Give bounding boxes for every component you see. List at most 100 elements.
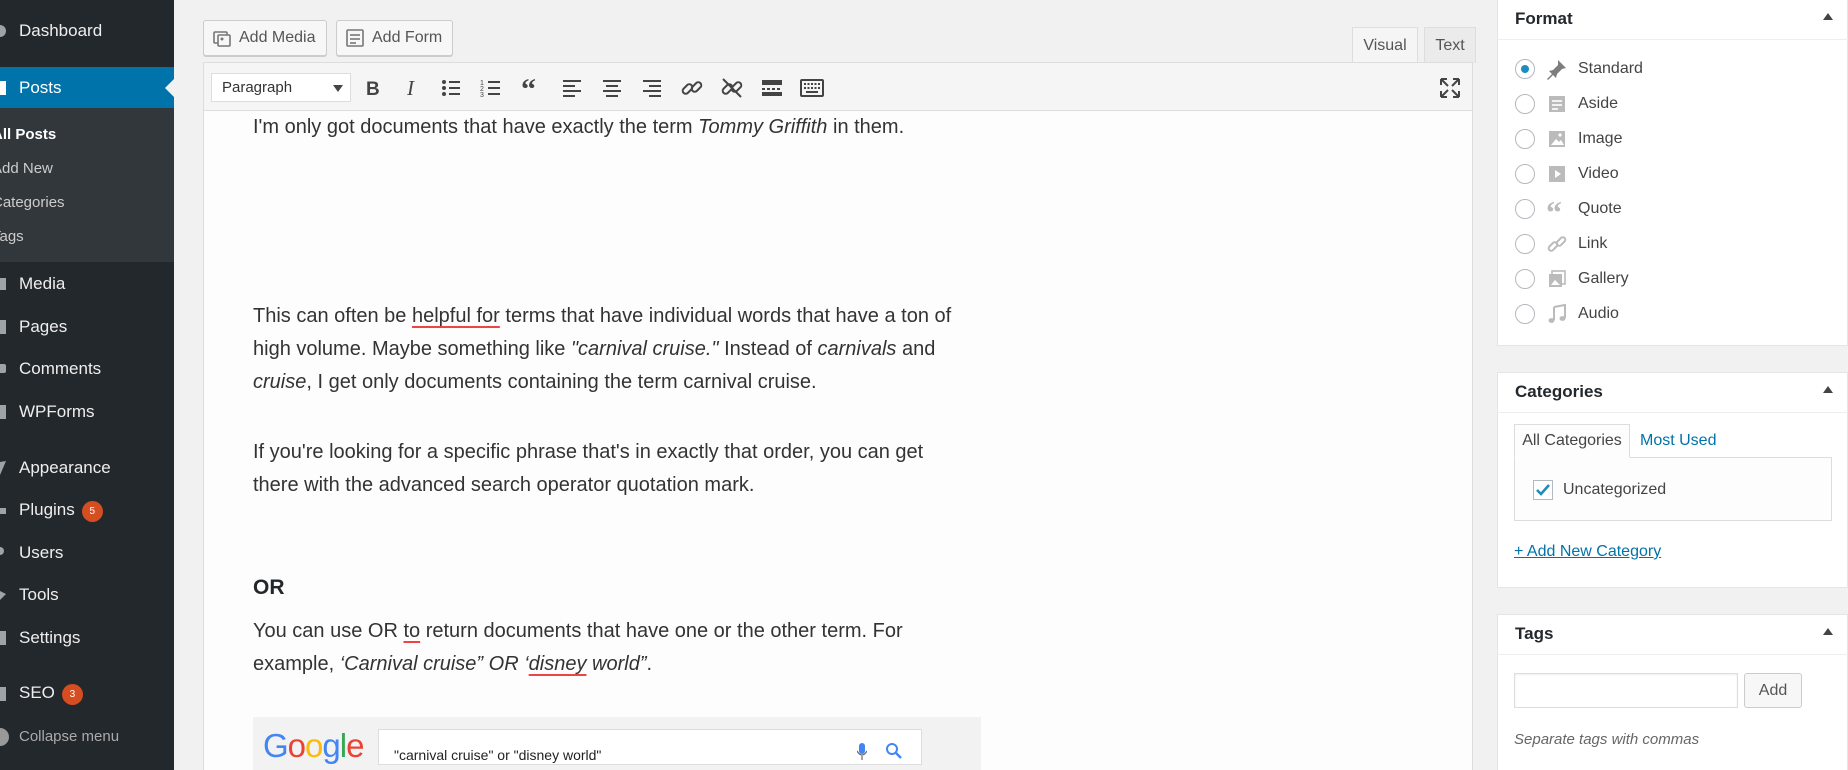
google-search-box: "carnival cruise" or "disney world" (378, 729, 922, 765)
italic-button[interactable]: I (398, 74, 426, 102)
menu-wpforms[interactable]: WPForms (0, 392, 174, 432)
menu-seo-label: SEO 3 (19, 683, 83, 705)
media-icon (0, 277, 6, 291)
add-form-button[interactable]: Add Form (336, 20, 454, 56)
menu-plugins-label: Plugins 5 (19, 500, 103, 522)
format-radio[interactable] (1515, 199, 1535, 219)
categories-toggle-icon[interactable] (1823, 386, 1833, 393)
toolbar-toggle-button[interactable] (798, 74, 826, 102)
posts-icon (0, 81, 6, 95)
menu-plugins[interactable]: Plugins 5 (0, 491, 174, 531)
read-more-button[interactable] (758, 74, 786, 102)
editor-content[interactable]: I'm only got documents that have exactly… (204, 111, 1472, 770)
menu-tools-label: Tools (19, 585, 59, 604)
bold-button[interactable]: B (358, 74, 386, 102)
format-postbox: Format Standard Aside Image Video “ Quote Link… (1497, 0, 1848, 346)
p4-text-a: You can use OR (253, 620, 404, 642)
add-form-label: Add Form (372, 29, 443, 46)
bulleted-list-button[interactable] (438, 74, 466, 102)
microphone-icon (856, 739, 868, 760)
format-option-video[interactable]: Video (1515, 161, 1619, 187)
format-option-aside[interactable]: Aside (1515, 91, 1618, 117)
uncategorized-checkbox[interactable] (1533, 480, 1553, 500)
fullscreen-icon (1436, 74, 1464, 102)
menu-pages[interactable]: Pages (0, 307, 174, 347)
submenu-tags[interactable]: Tags (0, 228, 24, 245)
add-new-category-link[interactable]: + Add New Category (1514, 543, 1661, 561)
format-radio[interactable] (1515, 59, 1535, 79)
p4-text-d: ‘Carnival cruise” OR ‘ (339, 653, 529, 675)
plugins-icon (0, 504, 6, 518)
format-option-quote[interactable]: “ Quote (1515, 196, 1622, 222)
paragraph-format-select[interactable]: Paragraph (211, 73, 351, 102)
align-center-button[interactable] (598, 74, 626, 102)
menu-appearance[interactable]: Appearance (0, 448, 174, 488)
format-option-image[interactable]: Image (1515, 126, 1622, 152)
numbered-list-button[interactable]: 123 (478, 74, 506, 102)
collapse-menu-button[interactable]: Collapse menu (0, 722, 174, 754)
menu-comments[interactable]: Comments (0, 349, 174, 389)
blockquote-icon: “ (518, 74, 546, 102)
format-option-audio[interactable]: Audio (1515, 301, 1619, 327)
format-toggle-icon[interactable] (1823, 13, 1833, 20)
add-media-button[interactable]: Add Media (203, 20, 327, 56)
format-radio[interactable] (1515, 94, 1535, 114)
svg-text:I: I (406, 76, 415, 100)
p4-text-b: to (403, 620, 421, 642)
menu-seo[interactable]: SEO 3 (0, 674, 174, 714)
menu-pages-label: Pages (19, 317, 68, 336)
menu-dashboard[interactable]: Dashboard (0, 11, 174, 51)
format-radio[interactable] (1515, 234, 1535, 254)
tags-input[interactable] (1514, 673, 1738, 708)
tab-text[interactable]: Text (1424, 27, 1476, 63)
format-radio[interactable] (1515, 129, 1535, 149)
format-radio[interactable] (1515, 269, 1535, 289)
format-select-value: Paragraph (222, 79, 293, 96)
fullscreen-button[interactable] (1436, 74, 1464, 102)
pin-icon (1546, 58, 1568, 80)
numbered-list-icon: 123 (478, 74, 506, 102)
format-option-gallery[interactable]: Gallery (1515, 266, 1629, 292)
categories-title: Categories (1515, 382, 1603, 401)
format-header: Format (1498, 0, 1848, 40)
format-radio[interactable] (1515, 164, 1535, 184)
bold-icon: B (358, 74, 386, 102)
p4-text-f: world” (586, 653, 647, 675)
align-left-button[interactable] (558, 74, 586, 102)
tab-visual[interactable]: Visual (1352, 27, 1418, 63)
collapse-menu-label: Collapse menu (19, 728, 120, 745)
menu-posts[interactable]: Posts (0, 67, 174, 109)
tab-all-categories[interactable]: All Categories (1514, 424, 1630, 458)
format-option-standard[interactable]: Standard (1515, 56, 1643, 82)
menu-media[interactable]: Media (0, 264, 174, 304)
tab-most-used[interactable]: Most Used (1640, 424, 1716, 458)
tags-hint: Separate tags with commas (1514, 731, 1700, 748)
tags-toggle-icon[interactable] (1823, 628, 1833, 635)
menu-settings[interactable]: Settings (0, 618, 174, 658)
menu-comments-label: Comments (19, 359, 102, 378)
add-tag-button[interactable]: Add (1744, 673, 1802, 708)
collapse-icon (0, 728, 9, 746)
quote-icon: “ (1546, 198, 1568, 220)
blockquote-button[interactable]: “ (518, 74, 546, 102)
align-center-icon (598, 74, 626, 102)
menu-tools[interactable]: Tools (0, 575, 174, 615)
wpforms-icon (0, 405, 6, 419)
plugins-update-badge: 5 (81, 500, 103, 522)
insert-link-icon (678, 74, 706, 102)
submenu-categories[interactable]: Categories (0, 194, 65, 211)
categories-list: Uncategorized (1514, 457, 1832, 521)
paragraph-4: You can use OR to return documents that … (253, 615, 953, 681)
align-right-button[interactable] (638, 74, 666, 102)
submenu-all-posts[interactable]: All Posts (0, 126, 56, 143)
menu-users[interactable]: Users (0, 533, 174, 573)
menu-plugins-text: Plugins (19, 500, 75, 520)
tools-icon (0, 588, 6, 602)
submenu-add-new[interactable]: Add New (0, 160, 53, 177)
remove-link-button[interactable] (718, 74, 746, 102)
format-option-link[interactable]: Link (1515, 231, 1607, 257)
format-radio[interactable] (1515, 304, 1535, 324)
uncategorized-label: Uncategorized (1563, 481, 1667, 498)
insert-link-button[interactable] (678, 74, 706, 102)
google-search-screenshot: Google "carnival cruise" or "disney worl… (253, 717, 981, 770)
